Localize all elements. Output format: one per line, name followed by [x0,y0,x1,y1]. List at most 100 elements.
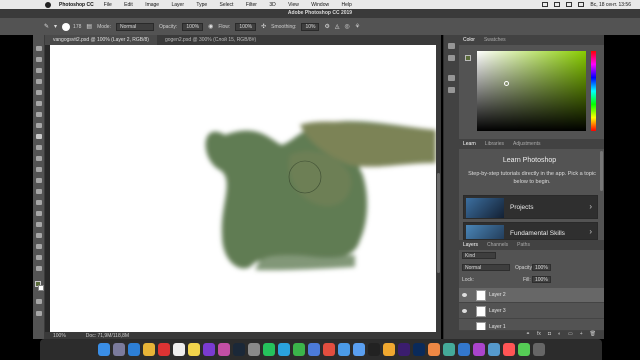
opacity-field[interactable]: 100% [182,22,204,31]
folder-icon[interactable]: ▭ [568,331,573,339]
telegram-icon[interactable] [277,343,290,356]
layer-name[interactable]: Layer 2 [489,292,506,298]
quick-select-tool-icon[interactable] [36,79,42,84]
symmetry-icon[interactable]: ⚘ [355,23,360,30]
scrollbar-thumb[interactable] [437,173,440,273]
gear-icon[interactable]: ⚙ [324,23,329,30]
menu-view[interactable]: View [288,2,299,8]
dodge-tool-icon[interactable] [36,200,42,205]
properties-icon[interactable] [448,55,455,61]
stamp-tool-icon[interactable] [36,145,42,150]
editor-icon[interactable] [517,343,530,356]
finder-icon[interactable] [97,343,110,356]
files-icon[interactable] [337,343,350,356]
brush-panel-icon[interactable]: ▤ [86,23,92,30]
shape-tool-icon[interactable] [36,244,42,249]
blend-mode-select[interactable]: Normal [462,264,510,271]
layer-row-layer-1[interactable]: Layer 1 [459,320,604,331]
app-d-icon[interactable] [472,343,485,356]
history-brush-tool-icon[interactable] [36,156,42,161]
hue-slider[interactable] [591,51,596,131]
tab-adjustments[interactable]: Adjustments [513,141,541,147]
airbrush-icon[interactable]: ✣ [261,23,266,30]
canvas-scrollbar[interactable] [436,45,441,332]
adjustment-icon[interactable]: ◐ [558,331,561,339]
app-name-menu[interactable]: Photoshop CC [59,2,94,8]
screen-mode-icon[interactable] [36,311,42,316]
steam-icon[interactable] [232,343,245,356]
mode-select[interactable]: Normal [115,22,154,31]
notes-icon[interactable] [187,343,200,356]
menu-3d[interactable]: 3D [269,2,275,8]
quick-mask-icon[interactable] [36,299,42,304]
lasso-tool-icon[interactable] [36,68,42,73]
trash-icon[interactable] [532,343,545,356]
move-tool-icon[interactable] [36,46,42,51]
mail-icon[interactable] [352,343,365,356]
menu-type[interactable]: Type [196,2,207,8]
blur-tool-icon[interactable] [36,189,42,194]
layer-kind-filter[interactable]: Kind [462,252,496,259]
airplay-icon[interactable] [542,2,549,7]
brush-preview[interactable] [62,22,71,31]
clock[interactable]: Вс, 18 сент. 13:56 [590,2,631,8]
chevron-down-icon[interactable]: ▾ [54,23,57,30]
path-select-tool-icon[interactable] [36,233,42,238]
flow-field[interactable]: 100% [235,22,257,31]
search-icon[interactable] [578,2,585,7]
eye-icon[interactable] [462,293,467,297]
chrome-icon[interactable] [142,343,155,356]
tab-channels[interactable]: Channels [487,242,508,248]
app-a-icon[interactable] [427,343,440,356]
affinity-icon[interactable] [217,343,230,356]
apple-icon[interactable] [45,1,51,8]
wifi-icon[interactable] [566,2,573,7]
doc-size[interactable]: Doc: 71,9M/118,8M [86,333,129,339]
gradient-tool-icon[interactable] [36,178,42,183]
whatsapp-icon[interactable] [262,343,275,356]
learn-scrollbar[interactable] [600,151,603,191]
eyedropper-tool-icon[interactable] [36,112,42,117]
marquee-tool-icon[interactable] [36,57,42,62]
settings-icon[interactable] [247,343,260,356]
layer-name[interactable]: Layer 1 [489,324,506,330]
healing-tool-icon[interactable] [36,123,42,128]
safari-icon[interactable] [127,343,140,356]
eraser-tool-icon[interactable] [36,167,42,172]
pressure-size-icon[interactable]: ◎ [344,23,349,30]
brush-tool-icon[interactable] [36,134,42,139]
battery-icon[interactable] [554,2,561,7]
tab-paths[interactable]: Paths [517,242,530,248]
tab-gogen2[interactable]: gogen2.psd @ 300% (Слой 15, RGB/8#) [157,35,264,45]
layer-opacity-field[interactable]: 100% [532,264,551,271]
app-c-icon[interactable] [457,343,470,356]
layer-name[interactable]: Layer 3 [489,308,506,314]
torrent-icon[interactable] [292,343,305,356]
zoom-level[interactable]: 100% [53,333,66,339]
brush-tool-icon[interactable]: ✎ [44,23,49,30]
mask-icon[interactable]: ◘ [548,331,551,339]
finder-2-icon[interactable] [487,343,500,356]
crop-tool-icon[interactable] [36,90,42,95]
learn-card-projects[interactable]: Projects › [463,195,598,219]
trash-icon[interactable]: 🗑 [590,331,596,339]
link-icon[interactable]: ⚭ [526,331,530,339]
hand-tool-icon[interactable] [36,255,42,260]
app-b-icon[interactable] [442,343,455,356]
tab-learn[interactable]: Learn [463,141,476,147]
vpn-icon[interactable] [307,343,320,356]
menu-file[interactable]: File [104,2,112,8]
menu-window[interactable]: Window [311,2,329,8]
color-picker-field[interactable] [477,51,586,131]
color-picker-ring[interactable] [504,81,509,86]
tab-vangogsvit2[interactable]: vangogsvit2.psd @ 100% (Layer 2, RGB/8) [45,35,157,45]
tab-swatches[interactable]: Swatches [484,37,506,43]
character-icon[interactable] [448,75,455,81]
fill-field[interactable]: 100% [532,276,551,283]
tab-color[interactable]: Color [463,37,475,43]
paragraph-icon[interactable] [448,87,455,93]
photos-icon[interactable] [382,343,395,356]
max-icon[interactable] [367,343,380,356]
layer-row-layer-2[interactable]: Layer 2 [459,288,604,303]
tab-libraries[interactable]: Libraries [485,141,504,147]
